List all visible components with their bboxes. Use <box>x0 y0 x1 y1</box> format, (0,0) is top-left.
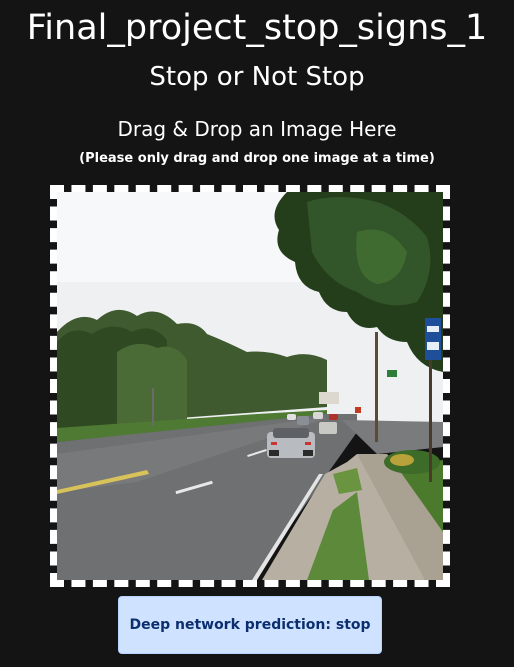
drop-heading: Drag & Drop an Image Here <box>117 117 397 141</box>
page-subtitle: Stop or Not Stop <box>149 62 365 92</box>
drop-instructions: (Please only drag and drop one image at … <box>79 151 435 166</box>
prediction-button[interactable]: Deep network prediction: stop <box>118 596 382 654</box>
uploaded-street-photo <box>57 192 443 580</box>
image-drop-zone[interactable] <box>50 185 450 587</box>
app-title: Final_project_stop_signs_1 <box>26 8 488 48</box>
app-page: Final_project_stop_signs_1 Stop or Not S… <box>0 0 514 667</box>
